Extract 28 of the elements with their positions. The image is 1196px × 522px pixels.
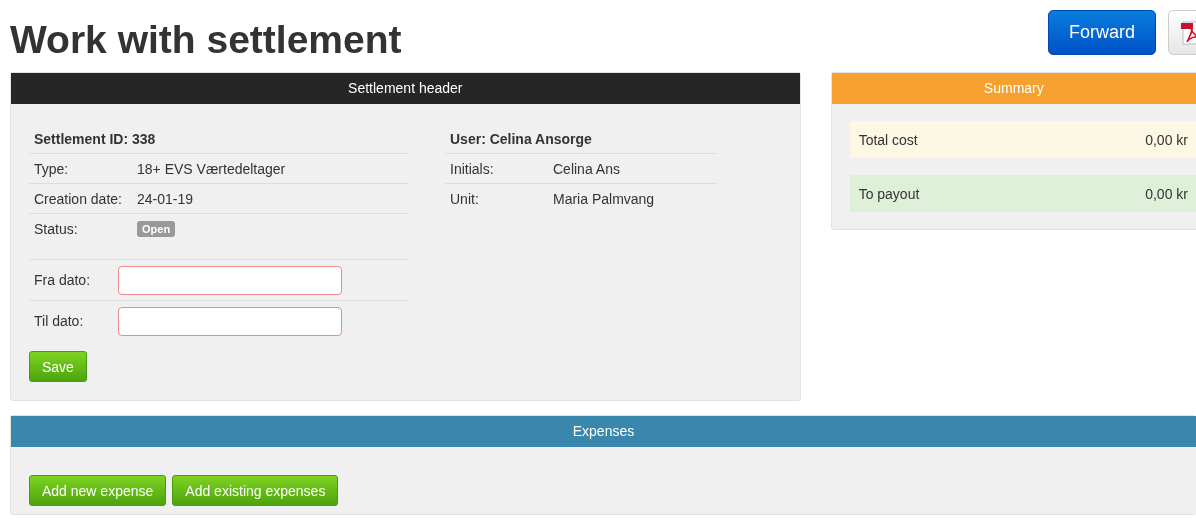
summary-value: 0,00 kr bbox=[1145, 131, 1188, 148]
info-label: Initials: bbox=[450, 160, 495, 177]
panel-header: Summary bbox=[831, 73, 1196, 104]
field-label: Fra dato: bbox=[34, 272, 92, 288]
date-field[interactable] bbox=[118, 306, 342, 336]
info-value: Celina Ans bbox=[553, 160, 620, 177]
field-label: Til dato: bbox=[34, 313, 85, 329]
panel-header: Expenses bbox=[11, 416, 1196, 447]
info-heading: Settlement ID: 338 bbox=[29, 124, 409, 154]
info-heading: User: Celina Ansorge bbox=[445, 124, 717, 154]
info-value: 18+ EVS Værtedeltager bbox=[137, 160, 286, 177]
summary-label: To payout bbox=[858, 185, 920, 202]
date-field[interactable] bbox=[118, 265, 342, 295]
save-button[interactable]: Save bbox=[29, 351, 87, 382]
info-label: Unit: bbox=[450, 190, 480, 207]
add-expense-button[interactable]: Add new expense bbox=[29, 475, 167, 506]
panel-header: Settlement header bbox=[11, 73, 800, 104]
info-value: Maria Palmvang bbox=[553, 190, 655, 207]
info-label: Type: bbox=[34, 160, 70, 177]
info-value: 24-01-19 bbox=[137, 190, 194, 207]
forward-button[interactable]: Forward bbox=[1048, 10, 1156, 55]
status-badge: Open bbox=[137, 220, 176, 237]
page-title: Work with settlement bbox=[10, 18, 402, 62]
info-label: Creation date: bbox=[34, 190, 123, 207]
add-expense-button[interactable]: Add existing expenses bbox=[172, 475, 339, 506]
info-label: Status: bbox=[34, 220, 79, 237]
summary-value: 0,00 kr bbox=[1145, 185, 1188, 202]
summary-label: Total cost bbox=[858, 131, 918, 148]
